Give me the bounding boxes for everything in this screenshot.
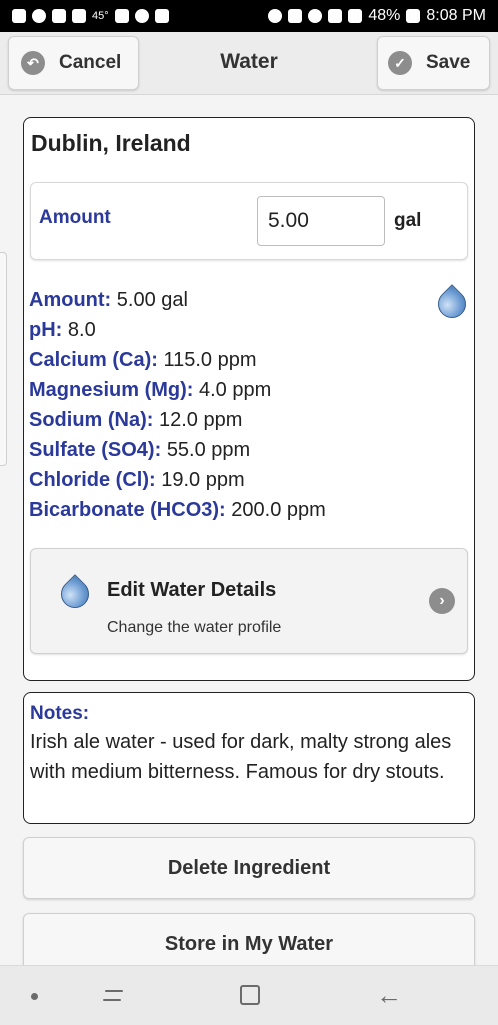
home-icon[interactable]: [240, 985, 260, 1005]
property-label: Bicarbonate (HCO3):: [29, 499, 226, 521]
property-value: 5.00 gal: [116, 289, 188, 311]
status-system: 48% 8:08 PM: [268, 7, 486, 25]
clock: 8:08 PM: [426, 7, 486, 24]
battery-icon: [406, 9, 421, 23]
property-label: pH:: [29, 319, 63, 341]
recent-apps-icon[interactable]: [101, 984, 125, 1006]
water-drop-icon: [55, 574, 95, 614]
property-value: 55.0 ppm: [166, 439, 251, 461]
water-drop-icon: [432, 284, 472, 324]
water-name: Dublin, Ireland: [31, 130, 191, 156]
battery-percent: 48%: [368, 7, 401, 24]
delete-ingredient-button[interactable]: Delete Ingredient: [23, 837, 475, 899]
property-row: Magnesium (Mg): 4.0 ppm: [29, 375, 326, 405]
checkmark-icon: ✓: [388, 51, 412, 75]
side-panel-handle[interactable]: [0, 252, 7, 466]
wifi-icon: [328, 9, 343, 23]
back-icon[interactable]: ←: [376, 980, 402, 1010]
amount-unit: gal: [394, 210, 422, 231]
property-label: Calcium (Ca):: [29, 349, 158, 371]
water-properties: Amount: 5.00 gal pH: 8.0 Calcium (Ca): 1…: [29, 285, 326, 525]
bluetooth-icon: [268, 9, 283, 23]
signal-icon: [348, 9, 363, 23]
amount-label: Amount: [39, 207, 111, 228]
water-card: Dublin, Ireland Amount gal Amount: 5.00 …: [23, 117, 475, 681]
notes-text: Irish ale water - used for dark, malty s…: [30, 731, 452, 783]
status-bar: 45° 48% 8:08 PM: [0, 0, 498, 32]
property-row: Sulfate (SO4): 55.0 ppm: [29, 435, 326, 465]
amount-input[interactable]: [257, 196, 385, 246]
system-nav-bar: ←: [0, 965, 498, 1025]
notes-label: Notes:: [30, 703, 90, 724]
property-value: 200.0 ppm: [231, 499, 326, 521]
property-row: pH: 8.0: [29, 315, 326, 345]
property-label: Chloride (Cl):: [29, 469, 156, 491]
property-value: 19.0 ppm: [161, 469, 245, 491]
property-row: Chloride (Cl): 19.0 ppm: [29, 465, 326, 495]
image-icon: [72, 9, 86, 23]
alarm-icon: [308, 9, 323, 23]
notification-icon: [134, 9, 149, 23]
property-row: Amount: 5.00 gal: [29, 285, 326, 315]
property-row: Calcium (Ca): 115.0 ppm: [29, 345, 326, 375]
nfc-icon: [288, 9, 303, 23]
property-value: 8.0: [67, 319, 96, 341]
property-value: 115.0 ppm: [163, 349, 257, 371]
top-bar: ↶ Cancel Water ✓ Save: [0, 32, 498, 95]
property-label: Magnesium (Mg):: [29, 379, 194, 401]
flipboard-icon: [114, 9, 129, 23]
property-row: Sodium (Na): 12.0 ppm: [29, 405, 326, 435]
chevron-right-icon: ›: [429, 588, 455, 614]
nav-dot-icon[interactable]: [31, 993, 38, 1000]
edit-water-title: Edit Water Details: [107, 579, 277, 601]
notification-icon: [12, 9, 26, 23]
property-label: Amount:: [29, 289, 112, 311]
edit-water-subtitle: Change the water profile: [107, 619, 282, 636]
save-label: Save: [426, 52, 471, 73]
notes-card: Notes: Irish ale water - used for dark, …: [23, 692, 475, 824]
save-button[interactable]: ✓ Save: [377, 36, 490, 90]
mail-icon: [52, 9, 66, 23]
property-label: Sodium (Na):: [29, 409, 154, 431]
property-value: 12.0 ppm: [159, 409, 243, 431]
property-value: 4.0 ppm: [199, 379, 272, 401]
property-label: Sulfate (SO4):: [29, 439, 162, 461]
property-row: Bicarbonate (HCO3): 200.0 ppm: [29, 495, 326, 525]
status-notifications: 45°: [12, 9, 169, 23]
notification-icon: [32, 9, 46, 23]
edit-water-details-button[interactable]: Edit Water Details Change the water prof…: [30, 548, 468, 654]
play-icon: [154, 9, 169, 23]
amount-panel: Amount gal: [30, 182, 468, 260]
weather-temperature: 45°: [92, 10, 109, 22]
